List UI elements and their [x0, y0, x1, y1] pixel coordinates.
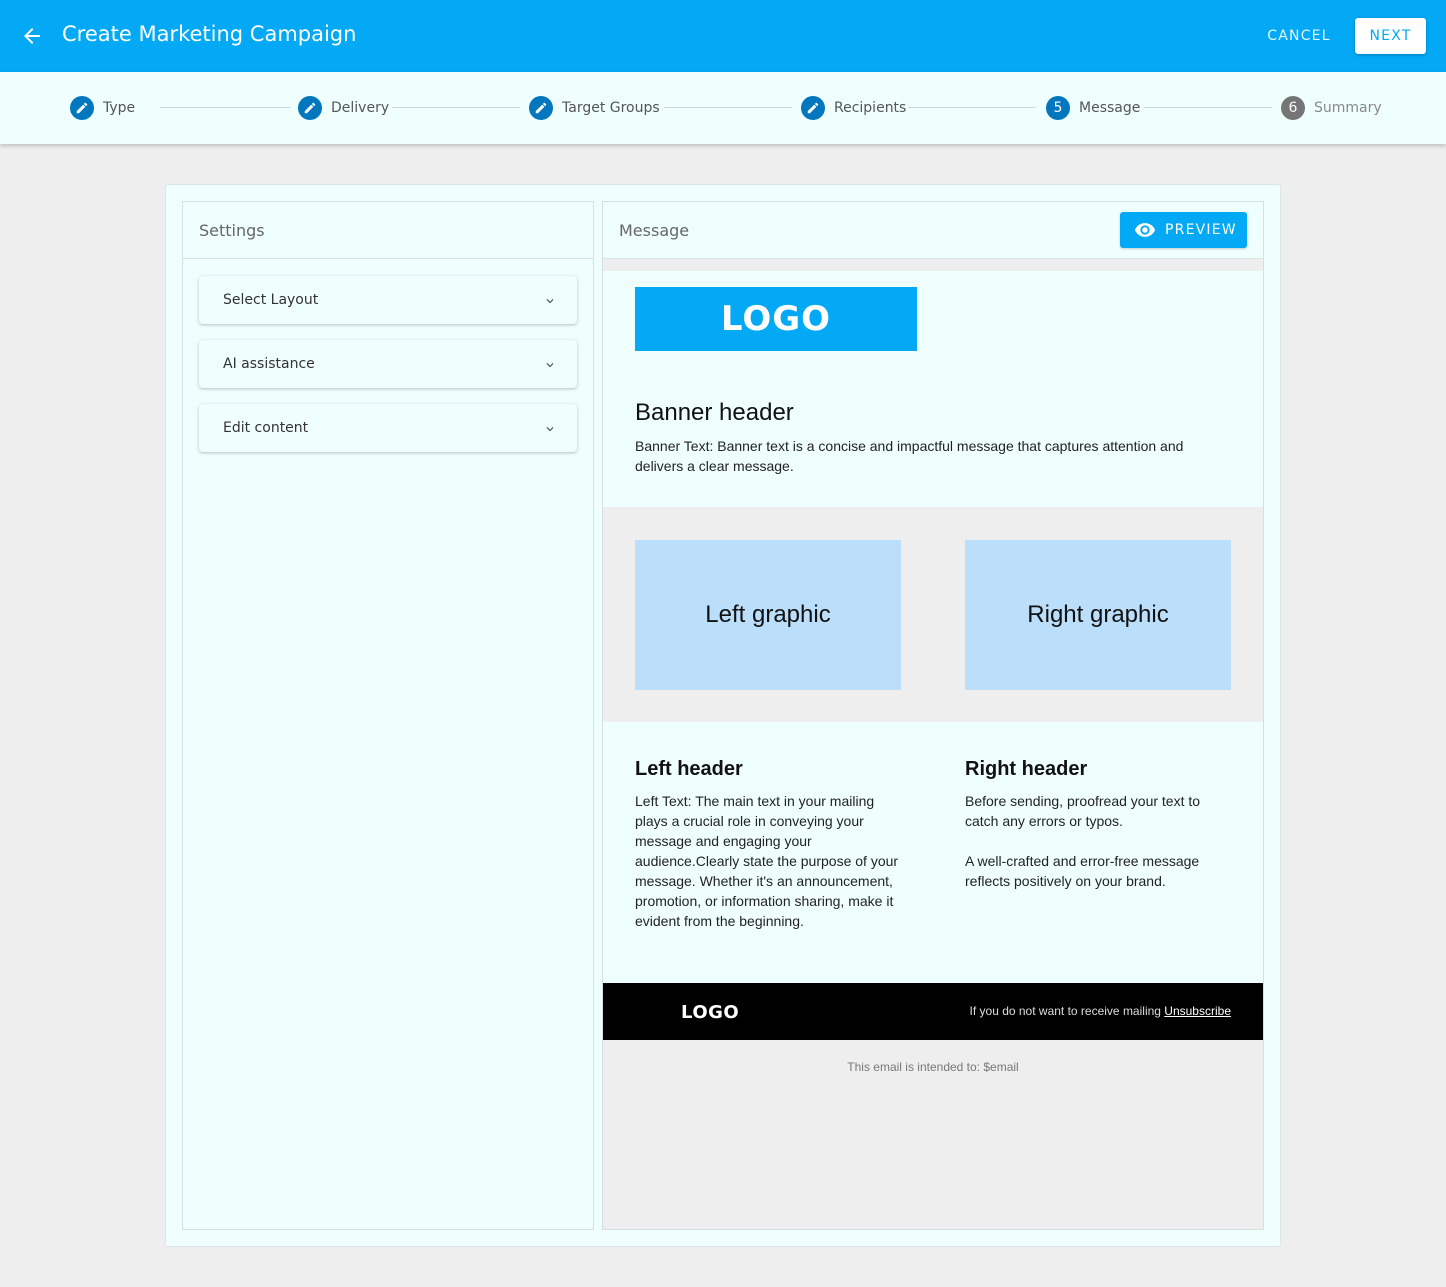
step-message[interactable]: 5 Message: [1046, 96, 1140, 120]
message-panel: Message PREVIEW LOGO Banner header Banne…: [602, 201, 1264, 1230]
step-delivery[interactable]: Delivery: [298, 96, 389, 120]
accordion-label: Select Layout: [223, 292, 319, 308]
pencil-icon: [529, 96, 553, 120]
left-header: Left header: [635, 758, 743, 780]
footer-notice: If you do not want to receive mailing: [969, 1004, 1161, 1018]
right-text-paragraph: A well-crafted and error-free message re…: [965, 853, 1200, 889]
right-header: Right header: [965, 758, 1088, 780]
ai-assistance-accordion[interactable]: AI assistance: [199, 340, 577, 388]
step-connector: [160, 107, 290, 108]
step-label: Target Groups: [562, 100, 660, 116]
app-bar: Create Marketing Campaign CANCEL NEXT: [0, 0, 1446, 72]
unsubscribe-link[interactable]: Unsubscribe: [1164, 1004, 1231, 1018]
step-label: Message: [1079, 100, 1141, 116]
select-layout-accordion[interactable]: Select Layout: [199, 276, 577, 324]
step-type[interactable]: Type: [70, 96, 135, 120]
accordion-label: AI assistance: [223, 356, 315, 372]
settings-title: Settings: [183, 202, 593, 259]
pencil-icon: [70, 96, 94, 120]
footer-text: If you do not want to receive mailing Un…: [970, 1004, 1231, 1018]
step-target-groups[interactable]: Target Groups: [529, 96, 660, 120]
chevron-down-icon: [546, 427, 554, 432]
text-columns-section: Left header Left Text: The main text in …: [603, 722, 1263, 983]
step-recipients[interactable]: Recipients: [801, 96, 906, 120]
right-text: Before sending, proofread your text to c…: [965, 791, 1235, 891]
chevron-down-icon: [546, 299, 554, 304]
email-banner-section[interactable]: LOGO Banner header Banner Text: Banner t…: [603, 271, 1263, 507]
banner-text: Banner Text: Banner text is a concise an…: [635, 438, 1184, 474]
pencil-icon: [801, 96, 825, 120]
arrow-back-icon[interactable]: [20, 24, 44, 48]
eye-icon: [1134, 223, 1156, 237]
banner-header: Banner header: [635, 399, 794, 426]
left-graphic[interactable]: Left graphic: [635, 540, 901, 690]
graphics-section: Left graphic Right graphic: [603, 507, 1263, 722]
settings-panel: Settings Select Layout AI assistance Edi…: [182, 201, 594, 1230]
next-button[interactable]: NEXT: [1355, 18, 1426, 54]
right-graphic[interactable]: Right graphic: [965, 540, 1231, 690]
page-title: Create Marketing Campaign: [62, 22, 357, 46]
email-footer: LOGO If you do not want to receive maili…: [603, 983, 1263, 1040]
chevron-down-icon: [546, 363, 554, 368]
step-number: 5: [1046, 96, 1070, 120]
step-label: Type: [103, 100, 136, 116]
preview-label: PREVIEW: [1165, 222, 1237, 238]
preview-button[interactable]: PREVIEW: [1120, 212, 1247, 248]
cancel-button[interactable]: CANCEL: [1254, 18, 1344, 54]
step-number: 6: [1281, 96, 1305, 120]
step-connector: [908, 107, 1036, 108]
step-summary[interactable]: 6 Summary: [1281, 96, 1382, 120]
footer-logo: LOGO: [681, 1002, 740, 1023]
step-connector: [664, 107, 792, 108]
left-text: Left Text: The main text in your mailing…: [635, 793, 899, 929]
stepper: Type Delivery Target Groups Recipients 5…: [0, 72, 1446, 144]
intended-recipient-text: This email is intended to: $email: [847, 1060, 1019, 1074]
step-connector: [392, 107, 520, 108]
pencil-icon: [298, 96, 322, 120]
email-logo: LOGO: [635, 287, 917, 351]
step-label: Summary: [1314, 100, 1382, 116]
step-label: Delivery: [331, 100, 390, 116]
right-text-paragraph: Before sending, proofread your text to c…: [965, 793, 1201, 829]
edit-content-accordion[interactable]: Edit content: [199, 404, 577, 452]
step-connector: [1144, 107, 1272, 108]
accordion-label: Edit content: [223, 420, 309, 436]
step-label: Recipients: [834, 100, 907, 116]
